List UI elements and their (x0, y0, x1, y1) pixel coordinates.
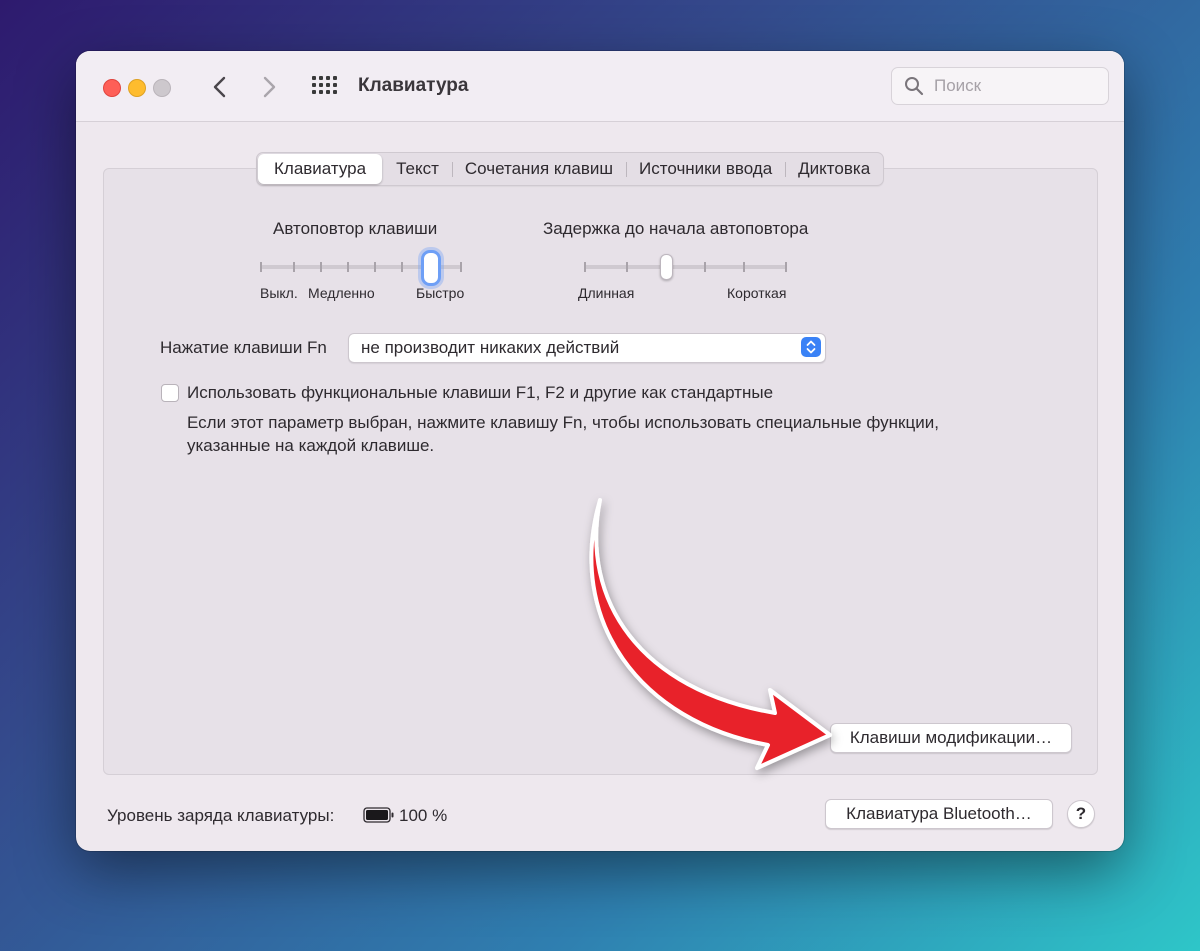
tab-bar: Клавиатура Текст Сочетания клавиш Источн… (256, 152, 885, 186)
tick (743, 262, 745, 272)
tick (584, 262, 586, 272)
function-keys-description: Если этот параметр выбран, нажмите клави… (187, 413, 939, 455)
repeat-delay-title: Задержка до начала автоповтора (543, 219, 809, 238)
window-title: Клавиатура (358, 75, 469, 96)
tick (460, 262, 462, 272)
tick (626, 262, 628, 272)
tab-shortcuts[interactable]: Сочетания клавиш (451, 153, 626, 185)
search-input[interactable] (932, 74, 1101, 98)
settings-panel (103, 168, 1098, 775)
repeat-delay-label-short: Короткая (727, 285, 787, 301)
search-icon (905, 77, 924, 96)
close-window-button[interactable] (103, 79, 121, 97)
function-keys-checkbox[interactable] (161, 384, 179, 402)
tick (374, 262, 376, 272)
tab-keyboard[interactable]: Клавиатура (258, 154, 383, 184)
tick (785, 262, 787, 272)
title-bar: Клавиатура (76, 51, 1124, 122)
battery-icon (363, 807, 394, 823)
search-field[interactable] (891, 67, 1109, 105)
key-repeat-title: Автоповтор клавиши (273, 219, 438, 238)
tick (704, 262, 706, 272)
battery-level-label: Уровень заряда клавиатуры: (107, 806, 335, 825)
tab-text[interactable]: Текст (383, 153, 452, 185)
show-all-grid-icon[interactable] (312, 76, 337, 98)
function-keys-label[interactable]: Использовать функциональные клавиши F1, … (187, 383, 773, 403)
help-button[interactable]: ? (1067, 800, 1095, 828)
tick (320, 262, 322, 272)
chevron-right-icon (263, 76, 276, 98)
keyboard-preferences-window: Клавиатура Клавиатура Текст Сочетания кл… (76, 51, 1124, 851)
tab-input-sources[interactable]: Источники ввода (626, 153, 785, 185)
tick (293, 262, 295, 272)
fn-key-selected-value: не производит никаких действий (361, 338, 620, 357)
zoom-window-button[interactable] (153, 79, 171, 97)
key-repeat-label-off: Выкл. (260, 285, 298, 301)
key-repeat-label-fast: Быстро (416, 285, 465, 301)
bluetooth-keyboard-button[interactable]: Клавиатура Bluetooth… (825, 799, 1053, 829)
tab-dictation[interactable]: Диктовка (785, 153, 883, 185)
back-button[interactable] (206, 71, 236, 103)
tick (401, 262, 403, 272)
minimize-window-button[interactable] (128, 79, 146, 97)
repeat-delay-track[interactable] (584, 265, 787, 269)
repeat-delay-knob[interactable] (660, 254, 673, 280)
tick (347, 262, 349, 272)
battery-level-value: 100 % (399, 806, 448, 825)
forward-button[interactable] (254, 71, 284, 103)
chevron-left-icon (213, 76, 226, 98)
modifier-keys-button[interactable]: Клавиши модификации… (830, 723, 1072, 753)
tick (260, 262, 262, 272)
popup-stepper-icon (801, 337, 821, 357)
key-repeat-label-slow: Медленно (308, 285, 375, 301)
fn-key-label: Нажатие клавиши Fn (160, 338, 327, 357)
fn-key-popup[interactable]: не производит никаких действий (348, 333, 826, 363)
repeat-delay-label-long: Длинная (578, 285, 635, 301)
key-repeat-knob[interactable] (421, 250, 441, 286)
